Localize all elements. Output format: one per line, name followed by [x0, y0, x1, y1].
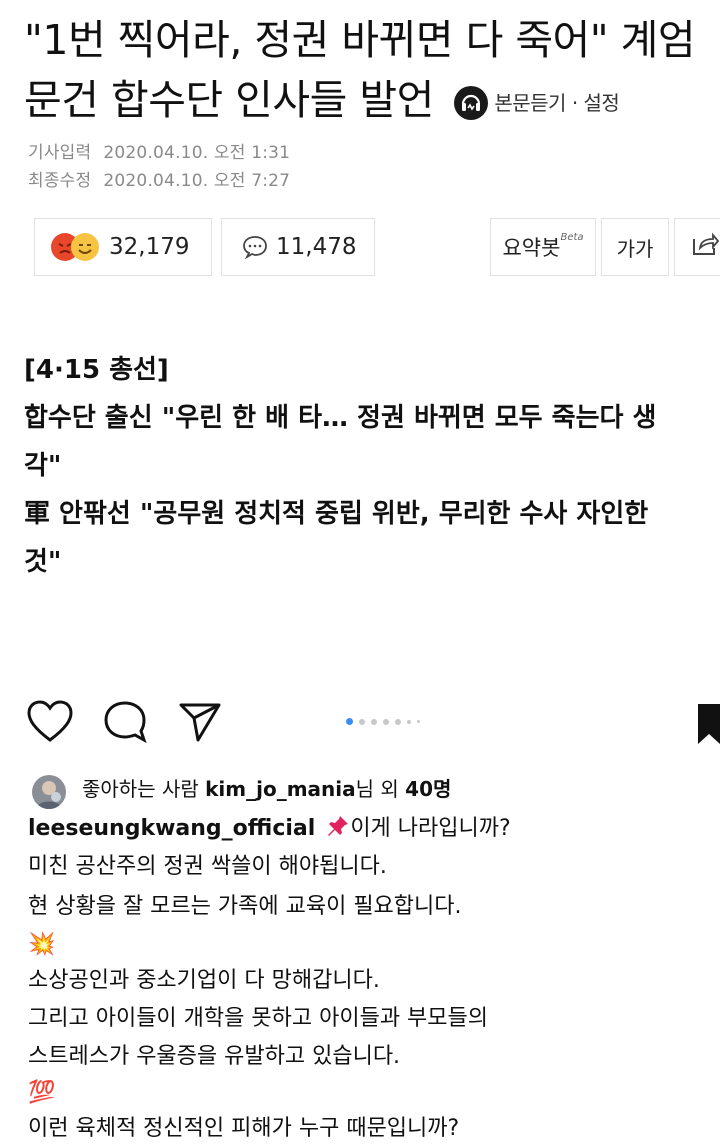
- avatar[interactable]: [32, 775, 66, 809]
- updated-value: 2020.04.10. 오전 7:27: [103, 171, 291, 191]
- published-meta: 기사입력 2020.04.10. 오전 1:31: [28, 138, 290, 163]
- headline-line-2: 문건 합수단 인사들 발언 본문듣기 · 설정: [24, 70, 720, 133]
- likes-user-link[interactable]: kim_jo_mania: [205, 777, 356, 801]
- likes-count[interactable]: 40명: [405, 777, 451, 801]
- share-button[interactable]: [674, 218, 720, 276]
- comment-button[interactable]: 11,478: [221, 218, 375, 276]
- article-headline: "1번 찍어라, 정권 바뀌면 다 죽어" 계엄 문건 합수단 인사들 발언 본…: [24, 10, 720, 133]
- author-username[interactable]: leeseungkwang_official: [28, 816, 315, 841]
- font-size-button[interactable]: 가가: [601, 218, 669, 276]
- caption-line-5: 소상공인과 중소기업이 다 망해갑니다.: [28, 968, 380, 993]
- summary-label: 요약봇: [502, 236, 561, 260]
- pushpin-icon: [326, 813, 350, 837]
- carousel-dot: [359, 718, 365, 725]
- comment-icon: [242, 235, 268, 260]
- carousel-dot: [407, 719, 411, 724]
- summary-bot-button[interactable]: 요약봇 Beta: [490, 218, 596, 276]
- share-icon: [691, 231, 720, 263]
- comment-count: 11,478: [276, 234, 357, 260]
- caption-line-9: 이런 육체적 정신적인 피해가 누구 때문입니까?: [28, 1116, 460, 1141]
- likes-prefix: 좋아하는 사람: [82, 777, 206, 801]
- reaction-count: 32,179: [109, 234, 190, 260]
- carousel-indicator: [346, 718, 420, 725]
- caption-line-2: 미친 공산주의 정권 싹쓸이 해야됩니다.: [28, 854, 387, 879]
- font-size-label: 가가: [616, 236, 654, 261]
- lead-line-1: 합수단 출신 "우린 한 배 타… 정권 바뀌면 모두 죽는다 생: [24, 403, 657, 433]
- reaction-button[interactable]: 32,179: [34, 218, 212, 276]
- send-icon[interactable]: [178, 700, 222, 748]
- listen-button[interactable]: 본문듣기 · 설정: [454, 73, 620, 133]
- updated-label: 최종수정: [28, 171, 92, 191]
- lead-line-4: 것": [24, 547, 62, 577]
- updated-meta: 최종수정 2020.04.10. 오전 7:27: [28, 166, 290, 191]
- heart-icon[interactable]: [26, 700, 74, 748]
- carousel-dot: [371, 718, 377, 725]
- headline-line-2-text: 문건 합수단 인사들 발언: [24, 76, 434, 124]
- caption-line-7: 스트레스가 우울증을 유발하고 있습니다.: [28, 1044, 401, 1069]
- lead-line-2: 각": [24, 451, 62, 481]
- listen-label: 본문듣기 · 설정: [494, 91, 620, 115]
- carousel-dot: [383, 718, 389, 725]
- beta-badge: Beta: [560, 231, 584, 243]
- caption-first-line: leeseungkwang_official 이게 나라입니까?: [28, 810, 511, 848]
- hundred-points-emoji: 💯: [28, 1080, 56, 1105]
- lead-line-3: 軍 안팎선 "공무원 정치적 중립 위반, 무리한 수사 자인한: [24, 499, 649, 529]
- likes-line: 좋아하는 사람 kim_jo_mania님 외 40명: [82, 770, 451, 808]
- carousel-dot: [395, 718, 401, 725]
- lead-tag: [4·15 총선]: [24, 355, 169, 385]
- collision-emoji: 💥: [28, 932, 56, 957]
- smile-emoji-icon: [71, 233, 99, 261]
- carousel-dot: [417, 720, 420, 723]
- caption-line-1: 이게 나라입니까?: [350, 816, 511, 841]
- headphones-icon: [454, 86, 489, 120]
- headline-line-1: "1번 찍어라, 정권 바뀌면 다 죽어" 계엄: [24, 16, 696, 64]
- caption-line-3: 현 상황을 잘 모르는 가족에 교육이 필요합니다.: [28, 894, 462, 919]
- published-label: 기사입력: [28, 143, 92, 163]
- published-value: 2020.04.10. 오전 1:31: [103, 143, 291, 163]
- caption-line-6: 그리고 아이들이 개학을 못하고 아이들과 부모들의: [28, 1006, 489, 1031]
- bookmark-icon[interactable]: [694, 700, 720, 750]
- carousel-dot-active: [346, 718, 353, 725]
- likes-mid: 님 외: [355, 777, 406, 801]
- comment-bubble-icon[interactable]: [102, 700, 148, 748]
